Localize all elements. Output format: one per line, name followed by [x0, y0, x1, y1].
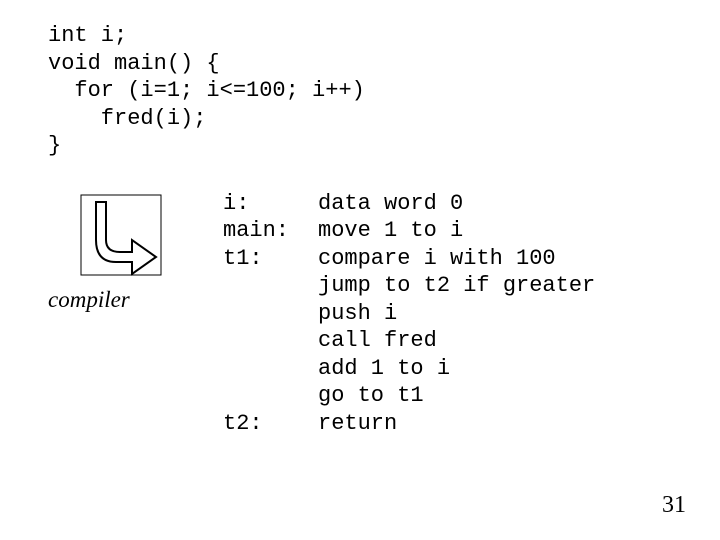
compiler-arrow-icon	[76, 190, 166, 289]
code-line: for (i=1; i<=100; i++)	[48, 78, 365, 103]
left-column: compiler	[48, 190, 223, 450]
compiler-label: compiler	[48, 286, 130, 315]
assembly-block: i: main: t1: t2: data word 0 move 1 to i…	[223, 190, 595, 438]
source-code-block: int i; void main() { for (i=1; i<=100; i…	[48, 22, 690, 160]
assembly-labels: i: main: t1: t2:	[223, 190, 318, 438]
assembly-body: data word 0 move 1 to i compare i with 1…	[318, 190, 595, 438]
slide-content: int i; void main() { for (i=1; i<=100; i…	[48, 22, 690, 450]
lower-section: compiler i: main: t1: t2: data word 0 mo…	[48, 190, 690, 450]
code-line: }	[48, 133, 61, 158]
code-line: int i;	[48, 23, 127, 48]
code-line: fred(i);	[48, 106, 206, 131]
page-number: 31	[662, 490, 686, 520]
code-line: void main() {	[48, 51, 220, 76]
